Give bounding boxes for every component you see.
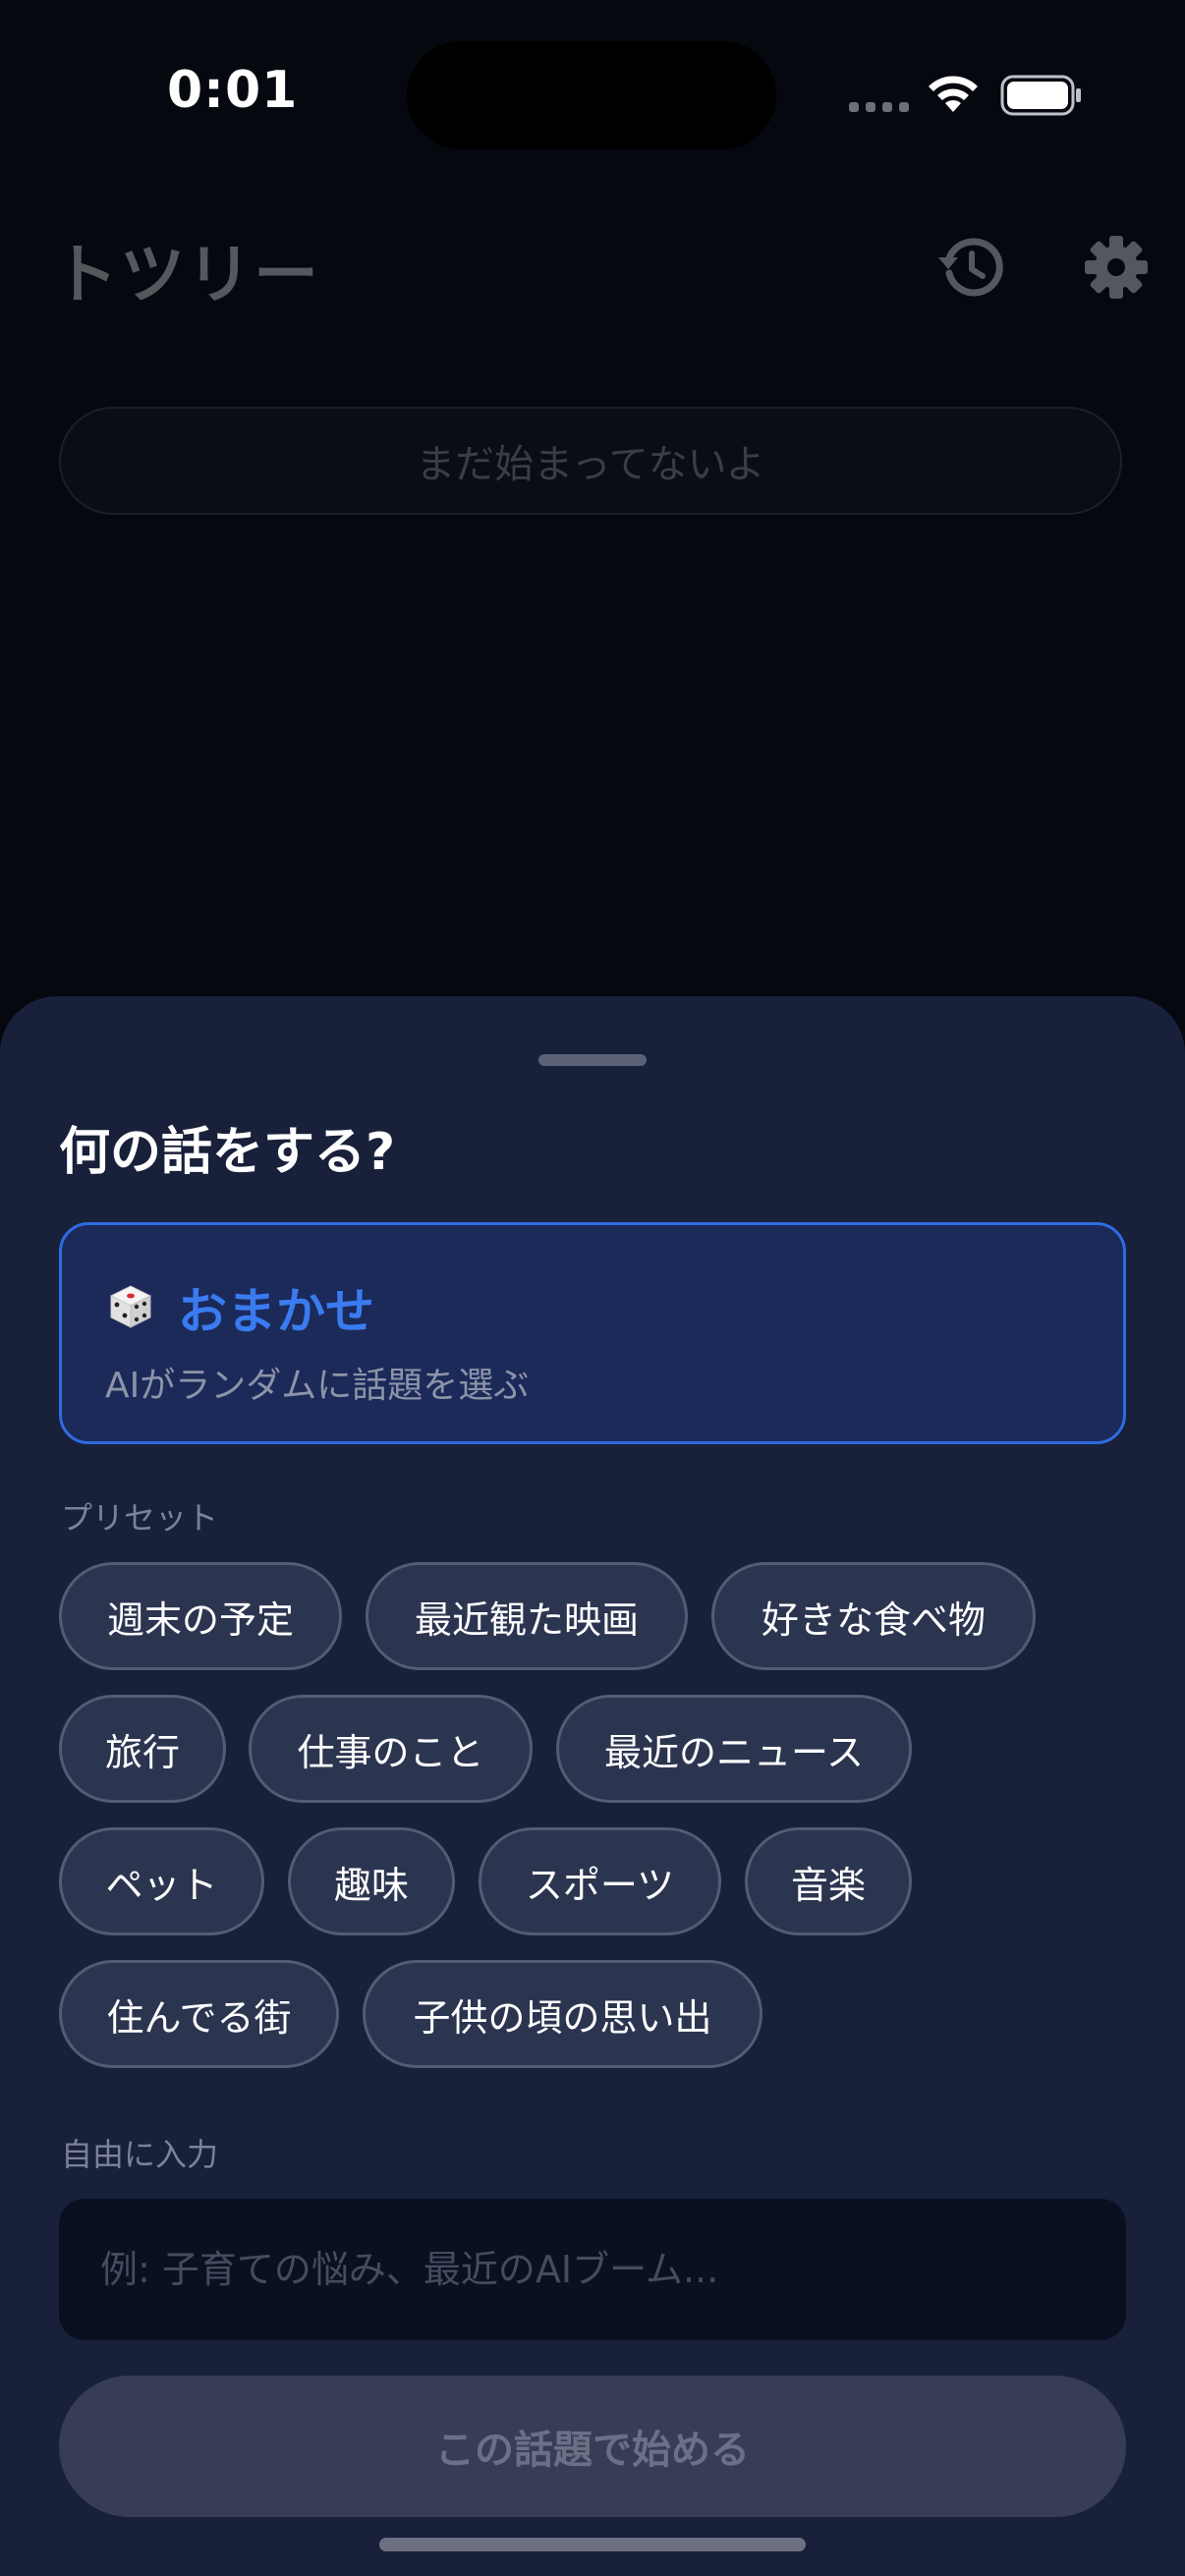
preset-section-label: プリセット: [61, 1499, 219, 1537]
dice-icon: [109, 1285, 152, 1328]
preset-chip-travel[interactable]: 旅行: [59, 1695, 226, 1803]
app-screen: 0:01 トツリー まだ始まってないよ 何の話をする? おまかせ AIがランダム…: [0, 0, 1185, 2576]
sheet-grabber[interactable]: [538, 1054, 647, 1066]
sheet-title: 何の話をする?: [59, 1123, 396, 1182]
home-indicator[interactable]: [379, 2538, 806, 2551]
random-option-subtitle: AIがランダムに話題を選ぶ: [105, 1366, 530, 1406]
random-option-title: おまかせ: [178, 1283, 374, 1340]
app-title: トツリー: [53, 237, 320, 312]
preset-chip-recent-movie[interactable]: 最近観た映画: [366, 1562, 688, 1670]
free-input-label: 自由に入力: [61, 2136, 219, 2173]
start-topic-button[interactable]: この話題で始める: [59, 2376, 1126, 2517]
random-topic-option[interactable]: おまかせ AIがランダムに話題を選ぶ: [59, 1222, 1126, 1444]
cellular-signal-icon: [849, 102, 909, 112]
preset-chip-recent-news[interactable]: 最近のニュース: [556, 1695, 912, 1803]
preset-chip-hometown[interactable]: 住んでる街: [59, 1960, 339, 2068]
gear-icon[interactable]: [1081, 232, 1152, 303]
history-icon[interactable]: [935, 232, 1006, 303]
preset-chip-weekend-plans[interactable]: 週末の予定: [59, 1562, 342, 1670]
conversation-status: まだ始まってないよ: [59, 407, 1122, 515]
preset-chip-childhood-memories[interactable]: 子供の頃の思い出: [363, 1960, 762, 2068]
status-time: 0:01: [167, 61, 299, 120]
wifi-icon: [929, 76, 978, 112]
preset-chip-favorite-food[interactable]: 好きな食べ物: [711, 1562, 1036, 1670]
preset-chip-hobby[interactable]: 趣味: [288, 1827, 455, 1935]
free-topic-input[interactable]: [59, 2199, 1126, 2340]
preset-chip-pet[interactable]: ペット: [59, 1827, 264, 1935]
preset-chip-work[interactable]: 仕事のこと: [249, 1695, 533, 1803]
preset-chip-music[interactable]: 音楽: [745, 1827, 912, 1935]
battery-icon: [1000, 75, 1081, 116]
preset-chip-sports[interactable]: スポーツ: [479, 1827, 721, 1935]
dynamic-island: [407, 41, 776, 149]
